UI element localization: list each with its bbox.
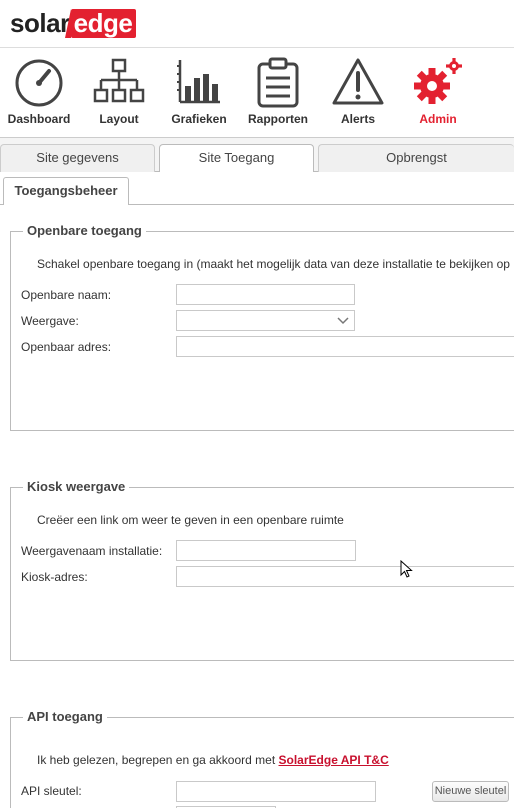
public-access-legend: Openbare toegang [23, 223, 146, 238]
nav-grafieken-label: Grafieken [171, 112, 227, 126]
nav-rapporten[interactable]: Rapporten [243, 56, 313, 126]
api-terms-prefix: Ik heb gelezen, begrepen en ga akkoord m… [37, 753, 276, 767]
top-bar: solar edge [0, 0, 514, 48]
nav-dashboard-label: Dashboard [7, 112, 71, 126]
kiosk-name-label: Weergavenaam installatie: [21, 544, 163, 558]
tab-opbrengst[interactable]: Opbrengst [318, 144, 514, 172]
nav-alerts-label: Alerts [340, 112, 375, 126]
view-select[interactable] [176, 310, 355, 331]
gear-icon [414, 58, 462, 104]
kiosk-section: Kiosk weergave Creëer een link om weer t… [10, 479, 514, 661]
nav-admin[interactable]: Admin [403, 56, 473, 126]
api-access-legend: API toegang [23, 709, 107, 724]
public-name-label: Openbare naam: [21, 288, 112, 302]
nav-rapporten-label: Rapporten [248, 112, 308, 126]
tab-site-toegang[interactable]: Site Toegang [159, 144, 314, 173]
nav-admin-label: Admin [419, 112, 457, 126]
nav-alerts[interactable]: Alerts [323, 56, 393, 126]
warning-triangle-icon [332, 58, 384, 105]
api-key-input[interactable] [176, 781, 376, 802]
subtab-bar: Toegangsbeheer [0, 172, 514, 205]
api-terms-text: Ik heb gelezen, begrepen en ga akkoord m… [37, 753, 389, 767]
api-key-label: API sleutel: [21, 784, 82, 798]
solaredge-logo[interactable]: solar edge [10, 8, 137, 39]
nav-grafieken[interactable]: Grafieken [164, 56, 234, 126]
tab-site-gegevens[interactable]: Site gegevens [0, 144, 155, 172]
public-address-field[interactable] [176, 336, 514, 357]
main-navigation: Dashboard Layout Grafieken Rapporten Ale… [0, 48, 514, 138]
kiosk-address-field[interactable] [176, 566, 514, 587]
kiosk-description: Creëer een link om weer te geven in een … [37, 513, 344, 527]
api-terms-link[interactable]: SolarEdge API T&C [279, 753, 389, 767]
nav-layout[interactable]: Layout [84, 56, 154, 126]
api-access-section: API toegang Ik heb gelezen, begrepen en … [10, 709, 514, 808]
public-address-label: Openbaar adres: [21, 340, 112, 354]
layout-hierarchy-icon [93, 58, 145, 103]
subtab-toegangsbeheer[interactable]: Toegangsbeheer [3, 177, 129, 205]
public-name-input[interactable] [176, 284, 355, 305]
kiosk-name-input[interactable] [176, 540, 356, 561]
kiosk-address-label: Kiosk-adres: [21, 570, 88, 584]
logo-text-solar: solar [10, 8, 70, 38]
mouse-pointer-icon [400, 560, 413, 578]
nav-layout-label: Layout [99, 112, 139, 126]
bar-chart-icon [177, 60, 220, 104]
public-access-section: Openbare toegang Schakel openbare toegan… [10, 223, 514, 431]
new-key-button[interactable]: Nieuwe sleutel [432, 781, 509, 802]
public-access-description: Schakel openbare toegang in (maakt het m… [37, 257, 510, 271]
kiosk-legend: Kiosk weergave [23, 479, 130, 494]
dashboard-gauge-icon [15, 59, 63, 107]
tab-bar: Site gegevens Site Toegang Opbrengst [0, 138, 514, 173]
logo-text-edge: edge [64, 9, 137, 38]
nav-dashboard[interactable]: Dashboard [4, 56, 74, 126]
chevron-down-icon [337, 317, 349, 325]
view-label: Weergave: [21, 314, 79, 328]
clipboard-report-icon [257, 57, 299, 108]
